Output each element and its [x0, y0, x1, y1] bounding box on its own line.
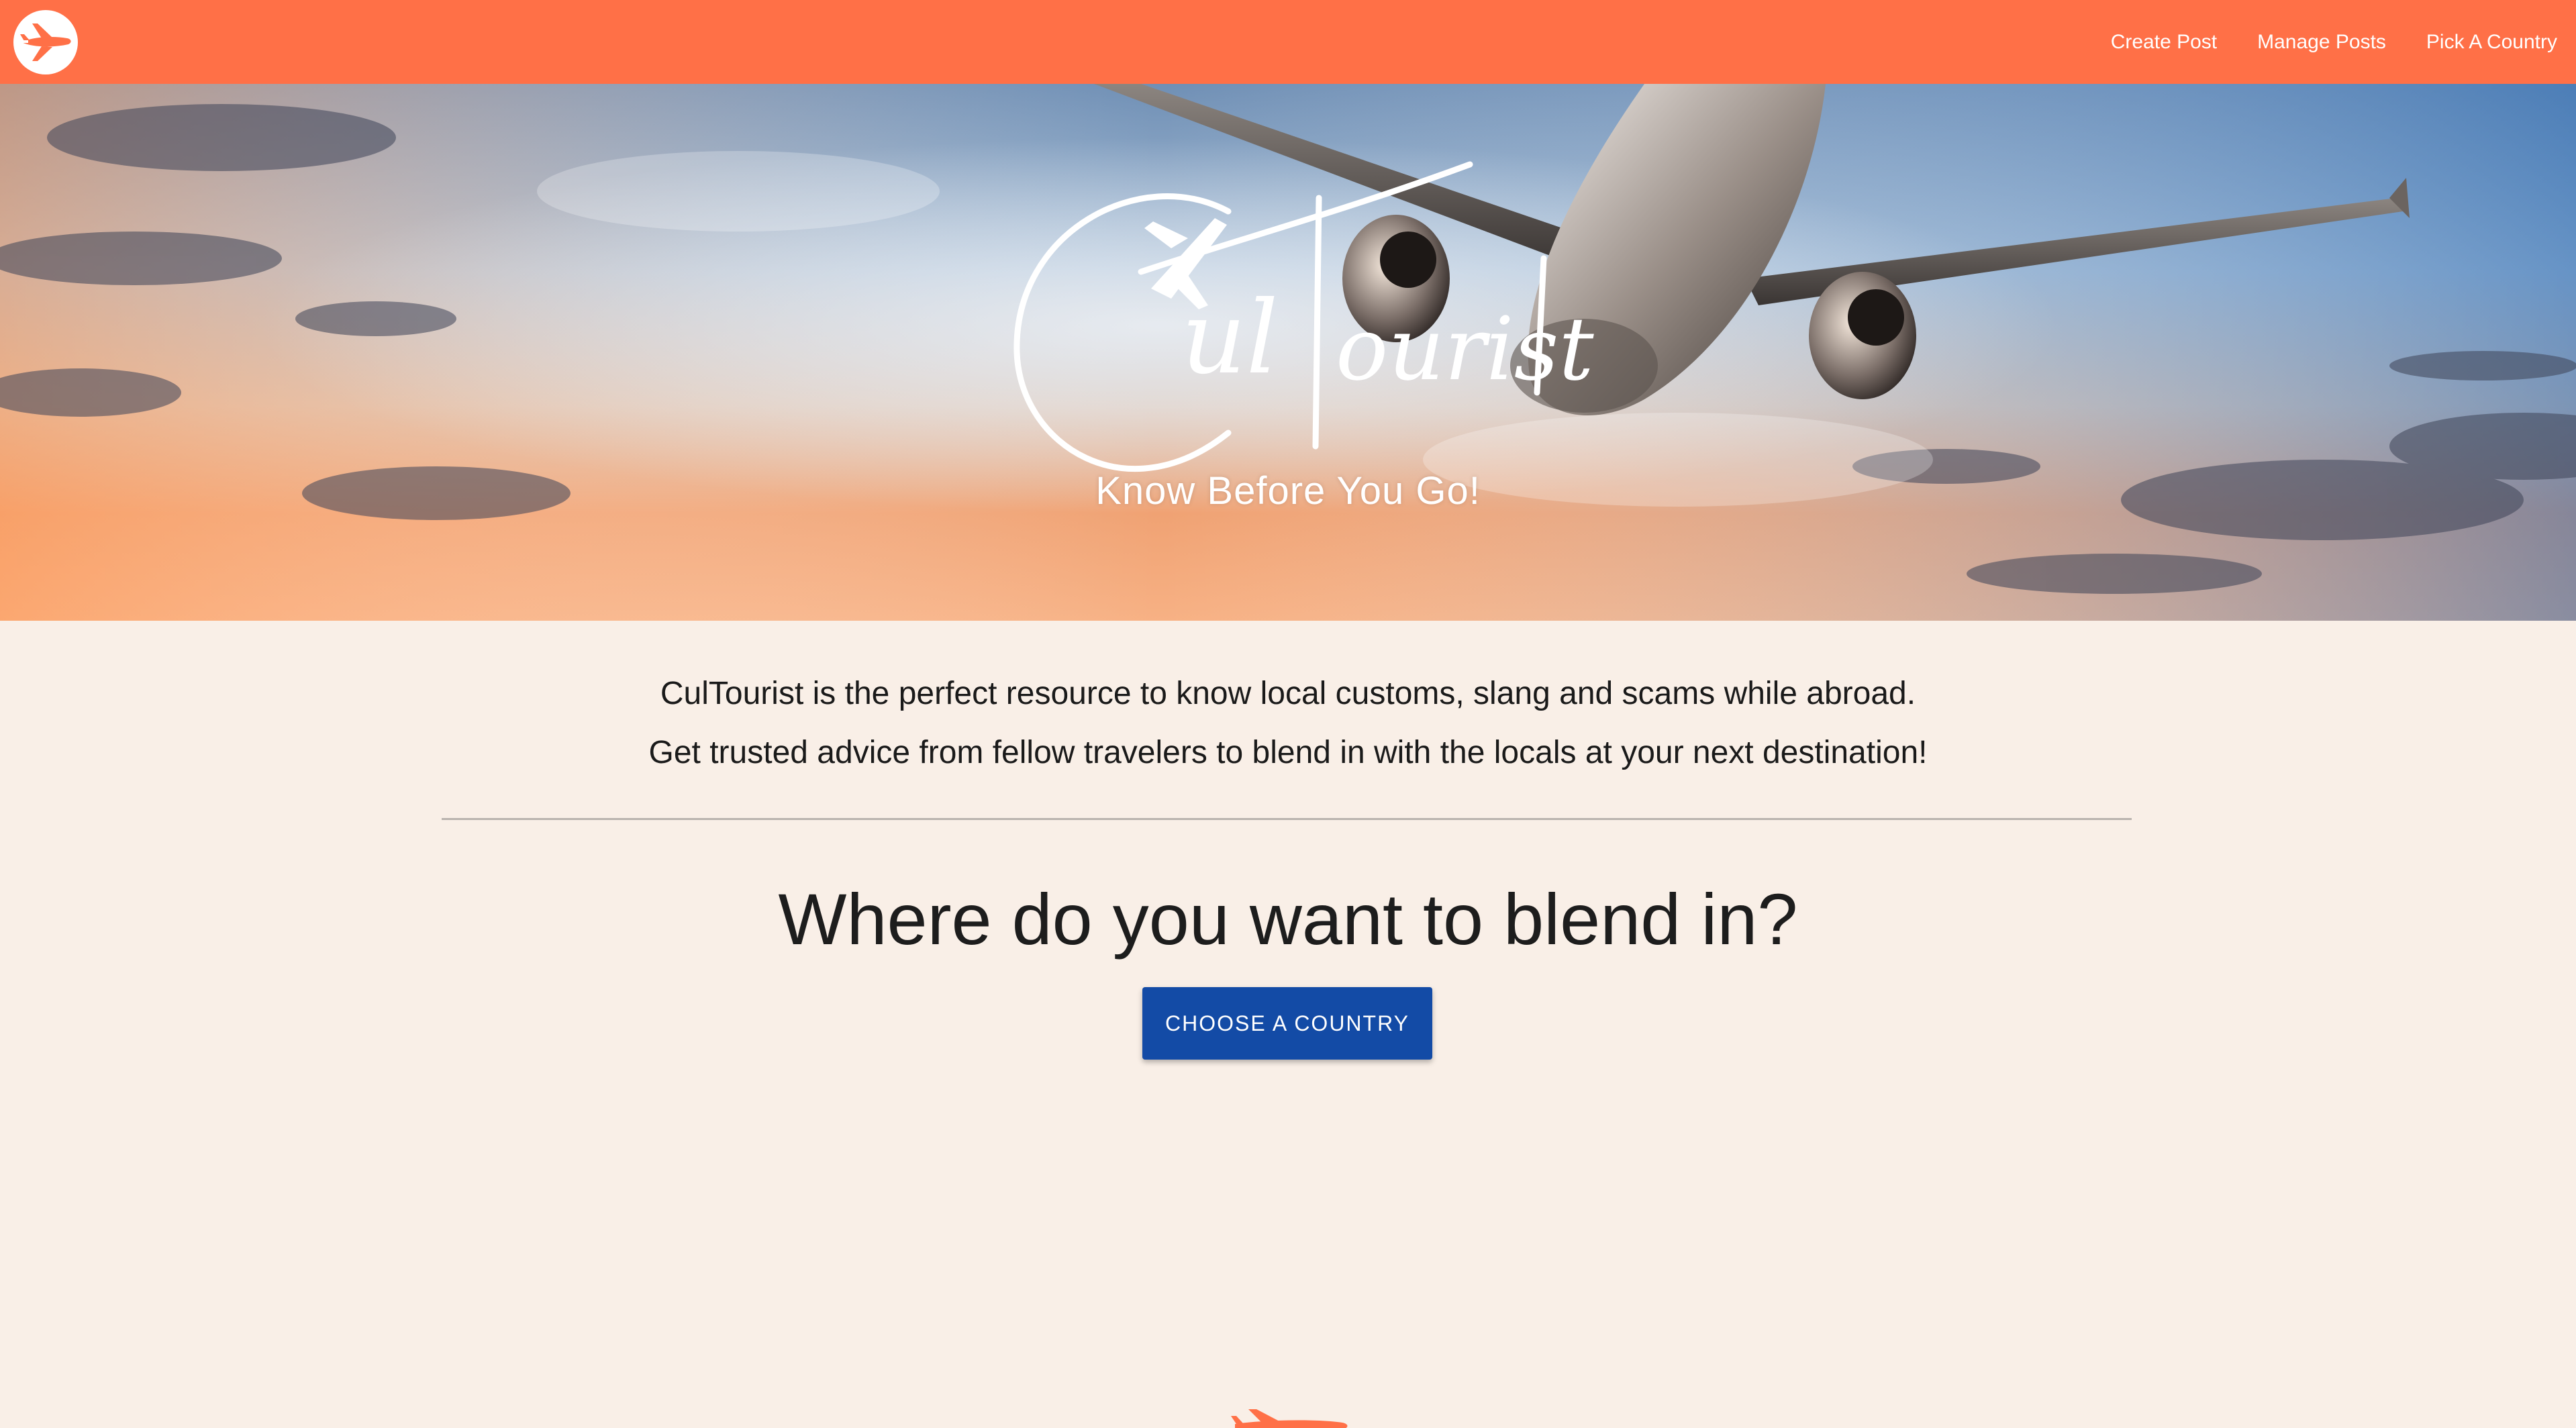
- nav-pick-a-country[interactable]: Pick A Country: [2406, 0, 2576, 84]
- page: Create Post Manage Posts Pick A Country: [0, 0, 2576, 1428]
- brand-ul-text: ul: [1181, 280, 1279, 397]
- section-divider: [442, 818, 2132, 820]
- choose-country-button[interactable]: Choose a Country: [1142, 987, 1432, 1060]
- hero-banner: ul ourist Know Before You Go!: [0, 84, 2576, 621]
- brand-ourist-text: ourist: [1336, 298, 1594, 400]
- nav-create-post[interactable]: Create Post: [2091, 0, 2237, 84]
- airplane-icon: [1231, 1409, 1348, 1428]
- nav-links: Create Post Manage Posts Pick A Country: [2091, 0, 2576, 84]
- cultourist-brand-logo: ul ourist: [1013, 161, 1594, 472]
- navbar: Create Post Manage Posts Pick A Country: [0, 0, 2576, 84]
- hero-tagline: Know Before You Go!: [1095, 469, 1481, 513]
- airplane-circle-logo-icon[interactable]: [12, 9, 79, 76]
- intro-text: CulTourist is the perfect resource to kn…: [0, 664, 2576, 782]
- intro-line-1: CulTourist is the perfect resource to kn…: [660, 676, 1916, 711]
- nav-manage-posts[interactable]: Manage Posts: [2237, 0, 2406, 84]
- blend-in-heading: Where do you want to blend in?: [778, 878, 1798, 960]
- intro-line-2: Get trusted advice from fellow travelers…: [648, 735, 1928, 770]
